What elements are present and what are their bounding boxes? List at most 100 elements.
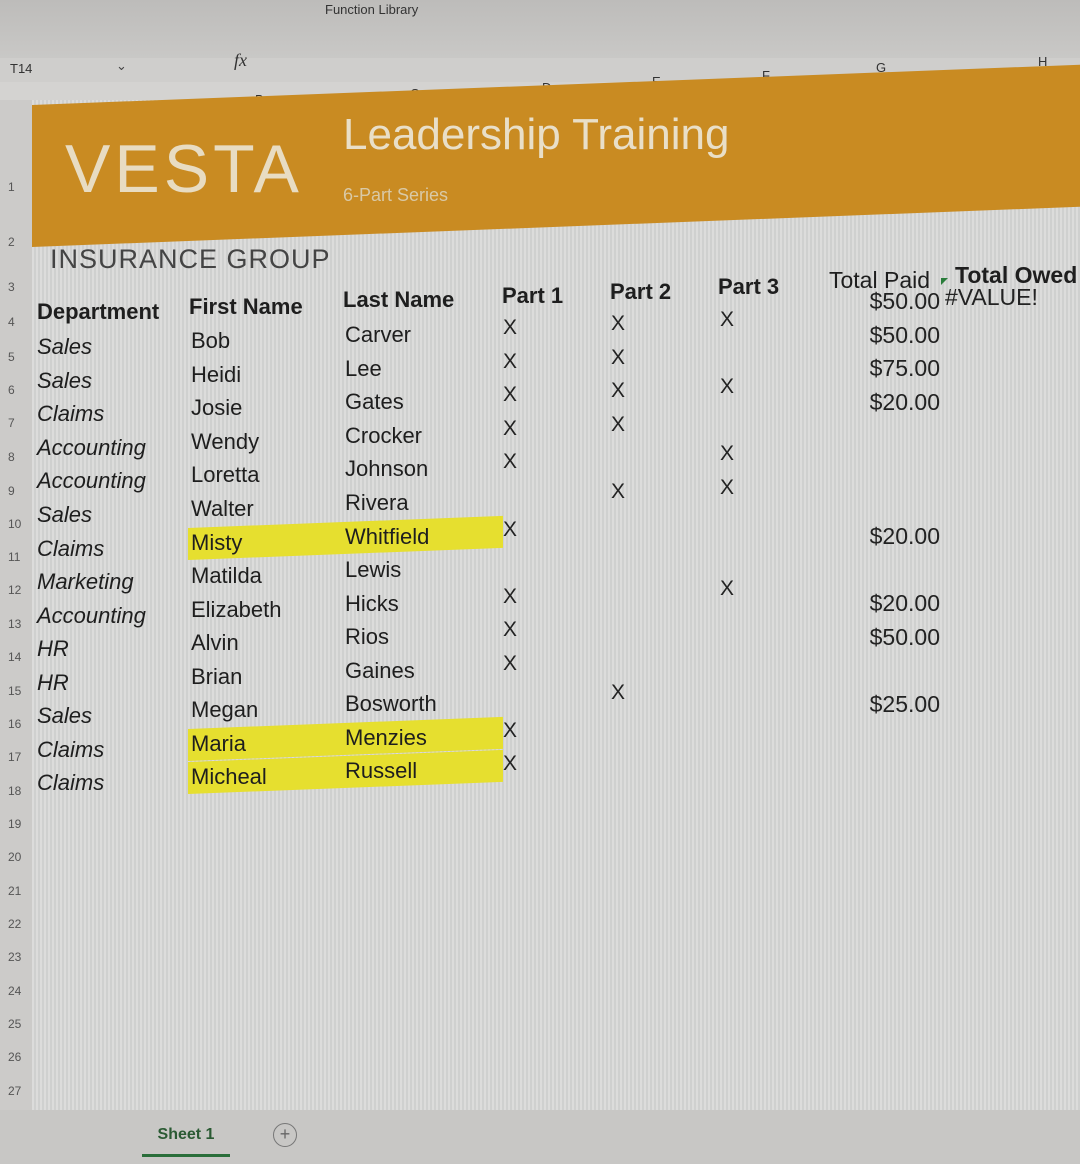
cell-last-name[interactable]: Whitfield [345, 524, 429, 550]
row-header-19[interactable]: 19 [8, 817, 21, 831]
cell-last-name[interactable]: Crocker [345, 423, 422, 449]
cell-first-name[interactable]: Matilda [191, 563, 262, 589]
row-header-1[interactable]: 1 [8, 180, 15, 194]
row-header-10[interactable]: 10 [8, 517, 21, 531]
cell-department[interactable]: HR [37, 670, 69, 696]
cell-part-2[interactable]: X [611, 413, 625, 437]
row-header-15[interactable]: 15 [8, 684, 21, 698]
row-header-5[interactable]: 5 [8, 350, 15, 364]
cell-part-1[interactable]: X [503, 752, 517, 776]
cell-department[interactable]: Sales [37, 502, 92, 528]
header-part-3[interactable]: Part 3 [718, 274, 779, 300]
cell-part-2[interactable]: X [611, 379, 625, 403]
cell-first-name[interactable]: Wendy [191, 429, 259, 455]
cell-total-paid[interactable]: $50.00 [830, 288, 940, 315]
cell-total-paid[interactable]: $20.00 [830, 523, 940, 550]
cell-department[interactable]: Claims [37, 401, 104, 427]
name-box[interactable]: T14 [10, 61, 32, 76]
cell-part-3[interactable]: X [720, 442, 734, 466]
row-header-2[interactable]: 2 [8, 235, 15, 249]
cell-last-name[interactable]: Gaines [345, 658, 415, 684]
cell-department[interactable]: HR [37, 636, 69, 662]
cell-part-1[interactable]: X [503, 518, 517, 542]
cell-first-name[interactable]: Brian [191, 664, 242, 690]
row-header-17[interactable]: 17 [8, 750, 21, 764]
cell-part-1[interactable]: X [503, 450, 517, 474]
cell-last-name[interactable]: Menzies [345, 725, 427, 751]
row-header-12[interactable]: 12 [8, 583, 21, 597]
cell-total-owed[interactable]: #VALUE! [945, 284, 1038, 311]
cell-part-1[interactable]: X [503, 350, 517, 374]
cell-part-1[interactable]: X [503, 585, 517, 609]
cell-first-name[interactable]: Walter [191, 496, 254, 522]
cell-last-name[interactable]: Russell [345, 758, 417, 784]
cell-part-2[interactable]: X [611, 312, 625, 336]
cell-part-1[interactable]: X [503, 719, 517, 743]
cell-last-name[interactable]: Rios [345, 624, 389, 650]
cell-part-1[interactable]: X [503, 383, 517, 407]
cell-department[interactable]: Accounting [37, 435, 146, 461]
row-header-16[interactable]: 16 [8, 717, 21, 731]
row-header-6[interactable]: 6 [8, 383, 15, 397]
cell-last-name[interactable]: Lewis [345, 557, 401, 583]
sheet-tab-active[interactable]: Sheet 1 [142, 1120, 230, 1157]
header-first-name[interactable]: First Name [189, 294, 303, 320]
row-header-18[interactable]: 18 [8, 784, 21, 798]
row-header-8[interactable]: 8 [8, 450, 15, 464]
row-header-21[interactable]: 21 [8, 884, 21, 898]
cell-part-3[interactable]: X [720, 577, 734, 601]
cell-part-2[interactable]: X [611, 346, 625, 370]
cell-department[interactable]: Marketing [37, 569, 134, 595]
row-header-23[interactable]: 23 [8, 950, 21, 964]
cell-part-3[interactable]: X [720, 308, 734, 332]
cell-first-name[interactable]: Bob [191, 328, 230, 354]
cell-department[interactable]: Sales [37, 334, 92, 360]
cell-first-name[interactable]: Loretta [191, 462, 260, 488]
cell-total-paid[interactable]: $25.00 [830, 691, 940, 718]
cell-first-name[interactable]: Elizabeth [191, 597, 282, 623]
cell-first-name[interactable]: Micheal [191, 764, 267, 790]
header-part-1[interactable]: Part 1 [502, 283, 563, 309]
cell-total-paid[interactable]: $50.00 [830, 624, 940, 651]
cell-first-name[interactable]: Josie [191, 395, 242, 421]
chevron-down-icon[interactable]: ⌄ [116, 58, 127, 74]
cell-department[interactable]: Accounting [37, 468, 146, 494]
row-header-20[interactable]: 20 [8, 850, 21, 864]
header-department[interactable]: Department [37, 299, 159, 325]
cell-total-paid[interactable]: $50.00 [830, 322, 940, 349]
row-header-25[interactable]: 25 [8, 1017, 21, 1031]
cell-first-name[interactable]: Megan [191, 697, 258, 723]
cell-first-name[interactable]: Heidi [191, 362, 241, 388]
cell-department[interactable]: Sales [37, 368, 92, 394]
header-part-2[interactable]: Part 2 [610, 279, 671, 305]
cell-part-3[interactable]: X [720, 375, 734, 399]
cell-department[interactable]: Accounting [37, 603, 146, 629]
cell-total-paid[interactable]: $20.00 [830, 389, 940, 416]
row-header-7[interactable]: 7 [8, 416, 15, 430]
fx-icon[interactable]: fx [234, 50, 247, 71]
cell-last-name[interactable]: Hicks [345, 591, 399, 617]
cell-first-name[interactable]: Misty [191, 530, 242, 556]
cell-department[interactable]: Claims [37, 770, 104, 796]
cell-first-name[interactable]: Alvin [191, 630, 239, 656]
header-last-name[interactable]: Last Name [343, 287, 454, 313]
cell-total-paid[interactable]: $75.00 [830, 355, 940, 382]
cell-department[interactable]: Claims [37, 536, 104, 562]
cell-part-1[interactable]: X [503, 316, 517, 340]
cell-part-2[interactable]: X [611, 681, 625, 705]
cell-last-name[interactable]: Carver [345, 322, 411, 348]
row-header-27[interactable]: 27 [8, 1084, 21, 1098]
cell-last-name[interactable]: Rivera [345, 490, 409, 516]
row-header-13[interactable]: 13 [8, 617, 21, 631]
cell-department[interactable]: Sales [37, 703, 92, 729]
cell-first-name[interactable]: Maria [191, 731, 246, 757]
row-header-3[interactable]: 3 [8, 280, 15, 294]
cell-last-name[interactable]: Johnson [345, 456, 428, 482]
row-header-4[interactable]: 4 [8, 315, 15, 329]
cell-last-name[interactable]: Lee [345, 356, 382, 382]
row-header-9[interactable]: 9 [8, 484, 15, 498]
cell-department[interactable]: Claims [37, 737, 104, 763]
cell-part-1[interactable]: X [503, 417, 517, 441]
row-header-22[interactable]: 22 [8, 917, 21, 931]
cell-part-1[interactable]: X [503, 652, 517, 676]
